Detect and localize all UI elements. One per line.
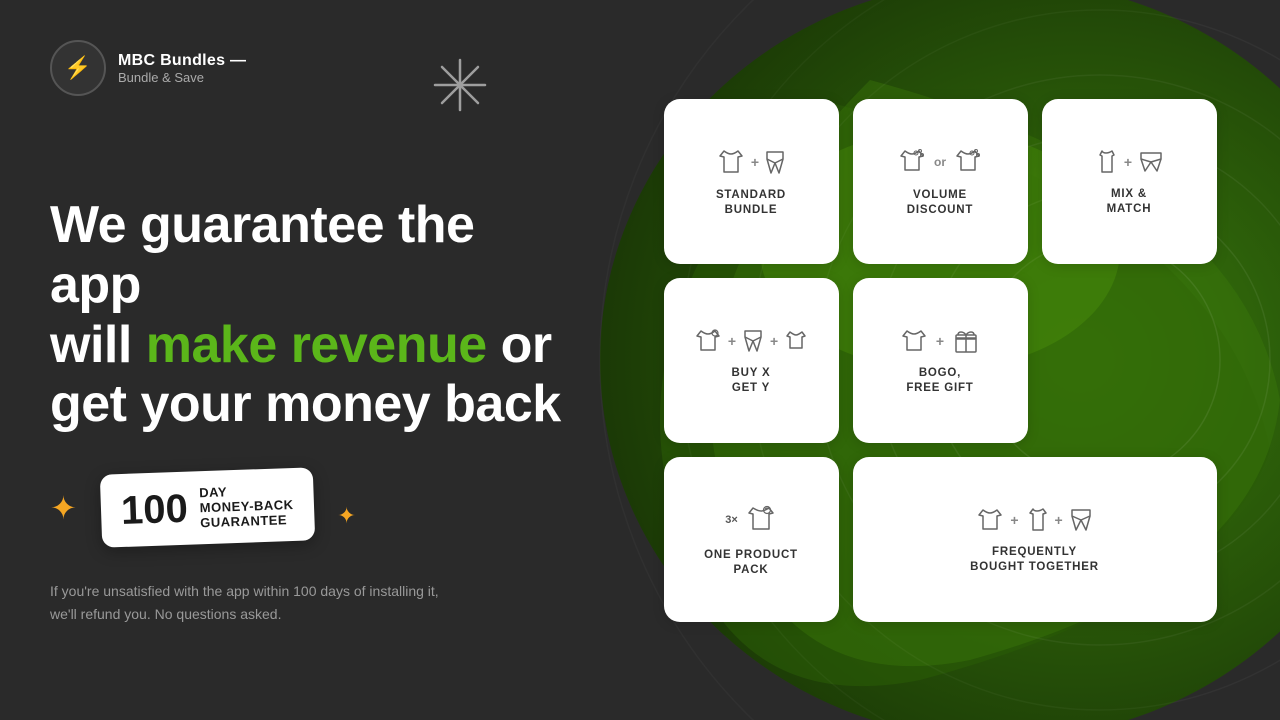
card-icon-oneproduct: 3× xyxy=(725,504,777,536)
star-icon-large: ✦ xyxy=(50,489,77,527)
shirt-bogo-icon xyxy=(900,328,928,354)
card-icon-volume: or xyxy=(898,148,982,176)
plus-op6: + xyxy=(1010,512,1018,528)
shirt-icon-2 xyxy=(954,148,982,176)
cards-grid: + STANDARD BUNDLE or xyxy=(664,99,1217,622)
headline-highlight: make revenue xyxy=(146,316,487,374)
badge-line2: GUARANTEE xyxy=(200,512,294,530)
headline: We guarantee the app will make revenue o… xyxy=(50,196,570,435)
logo-title: MBC Bundles — xyxy=(118,52,246,70)
card-label-oneproduct: ONE PRODUCT PACK xyxy=(704,548,798,578)
card-standard-bundle: + STANDARD BUNDLE xyxy=(664,99,839,264)
asterisk-decoration xyxy=(430,55,490,124)
threex-label: 3× xyxy=(725,514,738,526)
pants-icon xyxy=(764,149,786,175)
shirt-flower-icon xyxy=(898,148,926,176)
bolt-icon: ⚡ xyxy=(64,55,91,81)
shorts-icon xyxy=(1139,151,1163,173)
badge-area: ✦ 100 DAY MONEY-BACK GUARANTEE ✦ xyxy=(50,471,570,544)
gift-icon xyxy=(952,328,980,354)
or-op: or xyxy=(934,155,946,169)
card-label-frequently: FREQUENTLY BOUGHT TOGETHER xyxy=(970,545,1099,575)
card-label-mix: MIX & MATCH xyxy=(1107,187,1152,217)
headline-line2-suffix: or xyxy=(487,316,552,374)
badge-label: DAY MONEY-BACK GUARANTEE xyxy=(199,482,294,530)
card-label-volume: VOLUME DISCOUNT xyxy=(907,188,973,218)
card-volume-discount: or VOLUME DISCOUNT xyxy=(853,99,1028,264)
card-icon-bogo: + xyxy=(900,328,980,354)
card-mix-match: + MIX & MATCH xyxy=(1042,99,1217,264)
card-icon-frequently: + + xyxy=(977,507,1091,533)
tank-icon xyxy=(1095,149,1117,175)
card-icon-mix: + xyxy=(1095,149,1163,175)
plus-op7: + xyxy=(1055,512,1063,528)
money-back-badge: 100 DAY MONEY-BACK GUARANTEE xyxy=(100,468,315,548)
right-panel: + STANDARD BUNDLE or xyxy=(620,0,1280,720)
shirt-small-icon xyxy=(785,330,807,352)
shirt-product-icon xyxy=(745,504,777,536)
left-panel: ⚡ MBC Bundles — Bundle & Save We guarant… xyxy=(0,0,620,720)
card-buy-x-get-y: + + BUY X GET Y xyxy=(664,278,839,443)
card-icon-buyxgety: + + xyxy=(695,328,807,354)
tank-freq-icon xyxy=(1026,507,1048,533)
headline-line3: get your money back xyxy=(50,375,561,433)
pants-icon2 xyxy=(743,329,763,353)
plus-op5: + xyxy=(936,333,944,349)
shirt-tag-icon xyxy=(695,328,721,354)
shirt-freq-icon xyxy=(977,507,1003,533)
pants-freq-icon xyxy=(1070,508,1092,532)
star-icon-small: ✦ xyxy=(337,503,355,529)
card-label-standard: STANDARD BUNDLE xyxy=(716,188,786,218)
card-label-bogo: BOGO, FREE GIFT xyxy=(906,366,973,396)
logo-area: ⚡ MBC Bundles — Bundle & Save xyxy=(50,40,570,96)
plus-op3: + xyxy=(728,333,736,349)
shirt-icon xyxy=(716,148,746,176)
card-one-product-pack: 3× ONE PRODUCT PACK xyxy=(664,457,839,622)
logo-text: MBC Bundles — Bundle & Save xyxy=(118,52,246,85)
card-frequently-bought: + + FREQUENTLY BOUGHT TOGETHER xyxy=(853,457,1217,622)
plus-op: + xyxy=(751,154,759,170)
plus-op4: + xyxy=(770,333,778,349)
logo-icon: ⚡ xyxy=(50,40,106,96)
badge-number: 100 xyxy=(120,488,188,530)
footer-text: If you're unsatisfied with the app withi… xyxy=(50,580,510,625)
card-bogo: + BOGO, FREE GIFT xyxy=(853,278,1028,443)
headline-line1: We guarantee the app xyxy=(50,196,474,314)
logo-subtitle: Bundle & Save xyxy=(118,70,246,85)
plus-op2: + xyxy=(1124,154,1132,170)
card-label-buyxgety: BUY X GET Y xyxy=(732,366,771,396)
card-icon-standard: + xyxy=(716,148,786,176)
headline-line2-prefix: will xyxy=(50,316,146,374)
